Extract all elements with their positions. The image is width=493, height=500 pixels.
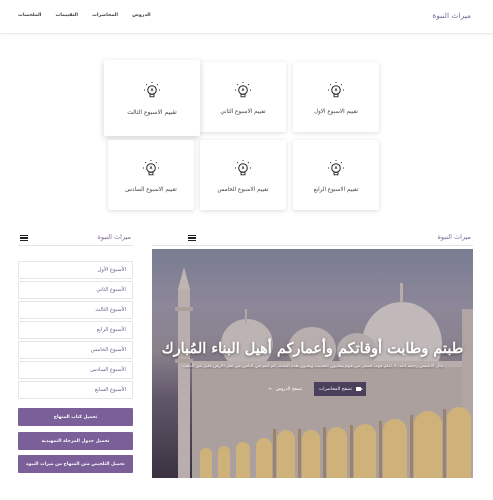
top-navbar: ميراث النبوة الدروس المحاضرات التقييمات … [0, 0, 493, 34]
eval-card-label: تقييم الاسبوع الثاني [220, 109, 266, 115]
eval-card-week4[interactable]: تقييم الاسبوع الرابع [293, 140, 379, 210]
main-title: ميراث النبوة [437, 233, 472, 241]
sidebar-item-week3[interactable]: الأسبوع الثالث [18, 301, 133, 319]
sidebar-item-week4[interactable]: الأسبوع الرابع [18, 321, 133, 339]
nav-link-lessons[interactable]: الدروس [132, 13, 151, 18]
browse-lessons-label: تصفح الدروس [275, 386, 303, 392]
eval-card-week3[interactable]: تقييم الاسبوع الثالث [104, 60, 200, 136]
video-camera-icon [356, 387, 364, 391]
nav-link-lectures[interactable]: المحاضرات [92, 13, 118, 18]
lightbulb-icon [143, 160, 159, 176]
eval-card-label: تقييم الاسبوع الثالث [127, 109, 177, 116]
eval-card-label: تقييم الاسبوع الرابع [313, 187, 359, 193]
lightbulb-icon [235, 160, 251, 176]
eval-card-week2[interactable]: تقييم الاسبوع الثاني [200, 62, 286, 132]
hamburger-menu-icon[interactable] [188, 235, 196, 242]
browse-lessons-button[interactable]: → تصفح الدروس [262, 382, 308, 396]
sidebar-week-list: الأسبوع الأول الأسبوع الثاني الأسبوع الث… [18, 261, 133, 401]
hero-subtitle: قال الأعمش رحمه الله: لا أعلم قوماً أفضل… [182, 364, 443, 369]
hero-title: طبتم وطابت أوقاتكم وأعماركم أهيل البناء … [161, 340, 464, 357]
download-summary-button[interactable]: تحميل التلخيص متن المنهاج من ميراث النبو… [18, 455, 133, 473]
hamburger-menu-icon[interactable] [20, 235, 28, 242]
eval-card-week5[interactable]: تقييم الاسبوع الخامس [200, 140, 286, 210]
sidebar-item-week7[interactable]: الأسبوع السابع [18, 381, 133, 399]
nav-link-evaluations[interactable]: التقييمات [55, 13, 78, 18]
lightbulb-icon [235, 82, 251, 98]
nav-link-summaries[interactable]: الملخصات [18, 13, 41, 18]
download-curriculum-book-button[interactable]: تحميل كتاب المنهاج [18, 408, 133, 426]
hero-banner: طبتم وطابت أوقاتكم وأعماركم أهيل البناء … [152, 249, 473, 478]
eval-card-label: تقييم الاسبوع السادس [125, 187, 177, 193]
main-header: ميراث النبوة [152, 230, 473, 246]
sidebar-item-week6[interactable]: الأسبوع السادس [18, 361, 133, 379]
brand-logo-text[interactable]: ميراث النبوة [432, 11, 471, 20]
lightbulb-icon [328, 160, 344, 176]
eval-card-label: تقييم الاسبوع الخامس [217, 187, 269, 193]
lightbulb-icon [144, 82, 160, 98]
sidebar-item-week2[interactable]: الأسبوع الثاني [18, 281, 133, 299]
download-preparatory-schedule-button[interactable]: تحميل جدول المرحلة التمهيدية [18, 432, 133, 450]
browse-lectures-label: تصفح المحاضرات [318, 386, 353, 392]
nav-links: الدروس المحاضرات التقييمات الملخصات [18, 13, 151, 18]
sidebar-header: ميراث النبوة [18, 230, 133, 246]
eval-card-week1[interactable]: تقييم الاسبوع الاول [293, 62, 379, 132]
sidebar-item-week1[interactable]: الأسبوع الأول [18, 261, 133, 279]
sidebar-title: ميراث النبوة [97, 233, 132, 241]
eval-card-week6[interactable]: تقييم الاسبوع السادس [108, 140, 194, 210]
browse-lectures-button[interactable]: تصفح المحاضرات [314, 382, 366, 396]
eval-card-label: تقييم الاسبوع الاول [314, 109, 358, 115]
lightbulb-icon [328, 82, 344, 98]
arrow-right-icon: → [267, 386, 272, 392]
sidebar-item-week5[interactable]: الأسبوع الخامس [18, 341, 133, 359]
